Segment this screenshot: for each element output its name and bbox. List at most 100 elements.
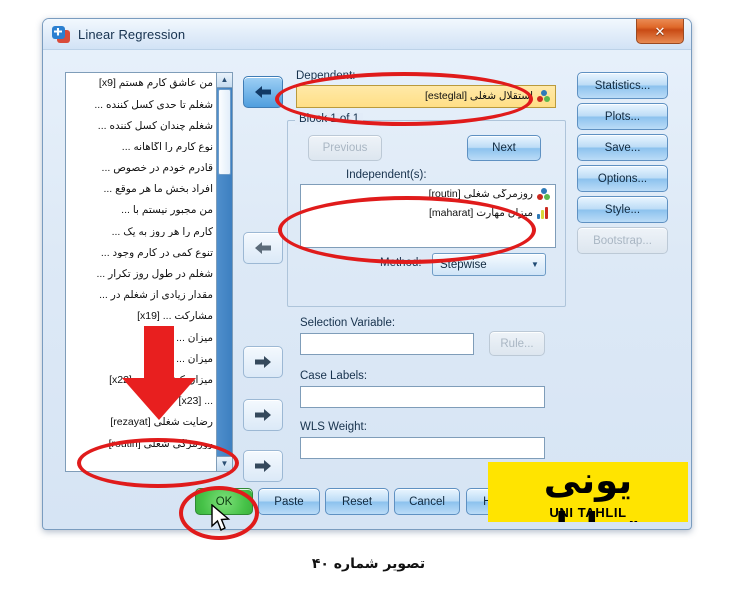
watermark-logo: یونی تحلیل UNI TAHLIL [488, 462, 688, 522]
dependent-field[interactable]: استقلال شغلی [esteglal] [296, 85, 556, 108]
bottom-button-reset[interactable]: Reset [325, 488, 389, 515]
watermark-english: UNI TAHLIL [549, 505, 627, 520]
list-item[interactable]: میزان ... [x21] [66, 348, 232, 369]
next-button[interactable]: Next [467, 135, 541, 161]
variable-label: میزان ... [x20] [150, 332, 213, 344]
independents-field[interactable]: روزمرگی شغلی [routin] میزان مهارت [mahara… [300, 184, 556, 248]
variable-label: مقدار زیادی از شغلم در ... [99, 290, 213, 301]
variable-label: ... [x23] [178, 396, 213, 407]
dialog-body: من عاشق کارم هستم [x9] شغلم تا حدی کسل کن… [43, 50, 691, 529]
bottom-button-paste[interactable]: Paste [258, 488, 320, 515]
list-item[interactable]: روزمرگی شغلی [routin] [301, 185, 555, 204]
chevron-down-icon: ▼ [531, 260, 539, 269]
list-item[interactable]: شغلم چندان کسل کننده ... [66, 115, 232, 136]
bottom-button-label: Reset [341, 495, 373, 508]
variable-label: افراد بخش ما هر موقع ... [103, 184, 213, 195]
move-wls-weight-button[interactable] [243, 450, 283, 482]
variable-label: نوع کارم را آگاهانه ... [121, 141, 213, 153]
variable-label: شغلم چندان کسل کننده ... [97, 120, 213, 132]
list-item[interactable]: کارم را هر روز به یک ... [66, 221, 232, 242]
independents-label: Independent(s): [346, 169, 427, 181]
bottom-button-label: OK [215, 495, 233, 508]
dialog-title: Linear Regression [78, 26, 186, 42]
list-item[interactable]: مشارکت ... [x19] [66, 306, 232, 327]
scale-icon [537, 207, 551, 220]
variable-list[interactable]: من عاشق کارم هستم [x9] شغلم تا حدی کسل کن… [65, 72, 233, 472]
list-item[interactable]: میزان کیفیت تولید [x22] [66, 370, 232, 391]
previous-button-label: Previous [322, 142, 368, 154]
list-item[interactable]: روزمرگی شغلی [routin] [66, 433, 232, 454]
linear-regression-dialog: Linear Regression ✕ من عاشق کارم هستم [x… [42, 18, 692, 530]
wls-weight-label: WLS Weight: [300, 421, 367, 433]
list-item[interactable]: میزان ... [x20] [66, 327, 232, 348]
case-labels-input[interactable] [300, 386, 545, 408]
list-item[interactable]: میزان مهارت [maharat] [301, 204, 555, 223]
list-item[interactable]: رضایت شغلی [rezayat] [66, 412, 232, 433]
arrow-right-icon [255, 409, 271, 421]
side-button-options[interactable]: Options... [577, 165, 668, 192]
side-button-style[interactable]: Style... [577, 196, 668, 223]
method-dropdown[interactable]: Stepwise ▼ [432, 253, 546, 276]
bottom-button-label: Cancel [409, 495, 445, 508]
side-button-label: Style... [604, 203, 641, 216]
side-button-label: Options... [597, 172, 648, 185]
side-button-label: Bootstrap... [593, 234, 652, 247]
variable-label: روزمرگی شغلی [routin] [108, 438, 213, 450]
independent-label: میزان مهارت [maharat] [428, 208, 533, 219]
move-selection-variable-button[interactable] [243, 346, 283, 378]
nominal-icon [537, 188, 551, 201]
list-item[interactable]: من مجبور نیستم با ... [66, 200, 232, 221]
move-dependent-button[interactable] [243, 76, 283, 108]
variable-label: کارم را هر روز به یک ... [111, 226, 213, 238]
list-item[interactable]: شغلم در طول روز تکرار ... [66, 264, 232, 285]
side-button-label: Statistics... [594, 79, 651, 92]
list-item[interactable]: نوع کارم را آگاهانه ... [66, 137, 232, 158]
bottom-button-cancel[interactable]: Cancel [394, 488, 460, 515]
list-item[interactable]: مقدار زیادی از شغلم در ... [66, 285, 232, 306]
arrow-left-icon [255, 86, 271, 98]
close-icon[interactable]: ✕ [636, 19, 684, 44]
list-item[interactable]: من عاشق کارم هستم [x9] [66, 73, 232, 94]
previous-button: Previous [308, 135, 382, 161]
rule-button-label: Rule... [500, 337, 534, 350]
case-labels-label: Case Labels: [300, 370, 368, 382]
selection-variable-label: Selection Variable: [300, 317, 396, 329]
list-item[interactable]: تنوع کمی در کارم وجود ... [66, 243, 232, 264]
variable-label: تنوع کمی در کارم وجود ... [100, 247, 213, 259]
arrow-left-icon [255, 242, 271, 254]
variable-label: من عاشق کارم هستم [x9] [98, 78, 213, 89]
side-button-label: Save... [604, 141, 641, 154]
side-button-statistics[interactable]: Statistics... [577, 72, 668, 99]
scrollbar-thumb[interactable] [218, 89, 231, 175]
scroll-down-icon[interactable]: ▼ [217, 456, 232, 471]
bottom-button-ok[interactable]: OK [195, 488, 253, 515]
list-item[interactable]: شغلم تا حدی کسل کننده ... [66, 94, 232, 115]
scroll-up-icon[interactable]: ▲ [217, 73, 232, 88]
dependent-label: Dependent: [296, 70, 356, 82]
screenshot-page: Linear Regression ✕ من عاشق کارم هستم [x… [0, 0, 737, 593]
variable-label: میزان کیفیت تولید [x22] [109, 374, 213, 386]
bottom-button-label: Paste [274, 495, 304, 508]
figure-caption: تصویر شماره ۴۰ [311, 556, 426, 572]
variable-list-scrollbar[interactable]: ▲ ▼ [216, 73, 232, 471]
variable-label: من مجبور نیستم با ... [121, 205, 213, 216]
variable-label: شغلم تا حدی کسل کننده ... [94, 99, 213, 111]
nominal-icon [537, 90, 551, 103]
dependent-value: استقلال شغلی [esteglal] [424, 91, 533, 102]
method-label: Method: [380, 257, 422, 269]
list-item[interactable]: قادرم خودم در خصوص ... [66, 158, 232, 179]
list-item[interactable]: افراد بخش ما هر موقع ... [66, 179, 232, 200]
wls-weight-input[interactable] [300, 437, 545, 459]
method-value: Stepwise [440, 258, 487, 271]
side-button-plots[interactable]: Plots... [577, 103, 668, 130]
variable-label: شغلم در طول روز تکرار ... [96, 269, 213, 280]
side-button-save[interactable]: Save... [577, 134, 668, 161]
list-item[interactable]: ... [x23] [66, 391, 232, 412]
selection-variable-input[interactable] [300, 333, 474, 355]
arrow-right-icon [255, 460, 271, 472]
move-case-labels-button[interactable] [243, 399, 283, 431]
variable-label: میزان ... [x21] [150, 353, 213, 365]
move-independent-button[interactable] [243, 232, 283, 264]
side-button-bootstrap: Bootstrap... [577, 227, 668, 254]
block-title: Block 1 of 1 [295, 113, 364, 125]
